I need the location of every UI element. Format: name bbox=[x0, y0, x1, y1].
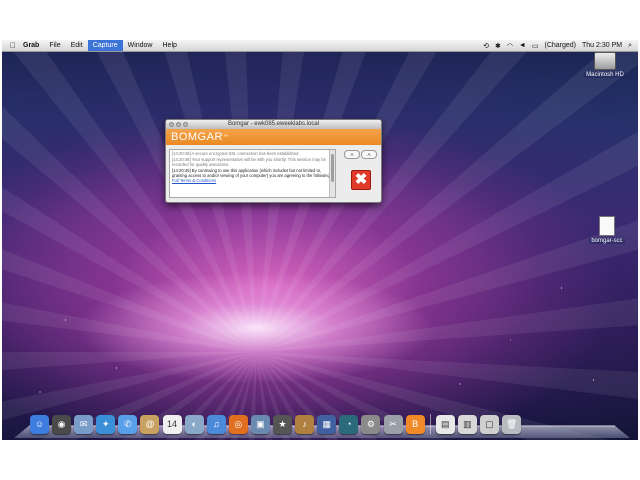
desktop-icon-macintosh-hd[interactable]: Macintosh HD bbox=[580, 52, 630, 78]
spaces-icon[interactable]: ▦ bbox=[317, 415, 337, 434]
bluetooth-icon[interactable]: ✱ bbox=[495, 42, 501, 50]
bomgar-window: Bomgar - ewk085.eweeklabs.local BOMGAR™ … bbox=[165, 119, 382, 203]
hard-drive-icon bbox=[594, 52, 616, 70]
dashboard-icon[interactable]: ◉ bbox=[52, 415, 72, 434]
dock: ☺ ◉ ✉ ✦ ✆ @14 ◐ ♫ ◎ ▣ ★ ♪ ▦ ◔ ⚙ ✂ B ▤ ▥ ▢ 🗑 bbox=[14, 410, 630, 438]
menu-capture[interactable]: Capture bbox=[87, 40, 123, 51]
safari-icon[interactable]: ✦ bbox=[96, 415, 116, 434]
window-minimize-icon[interactable] bbox=[176, 122, 181, 127]
chat-scrollbar[interactable] bbox=[329, 150, 335, 197]
imovie-icon[interactable]: ★ bbox=[273, 415, 293, 434]
mail-stamp-icon[interactable]: ✉ bbox=[74, 415, 94, 434]
window-titlebar[interactable]: Bomgar - ewk085.eweeklabs.local bbox=[166, 120, 381, 129]
dock-icons: ☺ ◉ ✉ ✦ ✆ @14 ◐ ♫ ◎ ▣ ★ ♪ ▦ ◔ ⚙ ✂ B ▤ ▥ ▢ 🗑 bbox=[30, 414, 522, 434]
chat-message: [14:20:48] Your support representative w… bbox=[172, 157, 326, 167]
volume-icon[interactable]: ◄ bbox=[519, 42, 526, 49]
grab-icon[interactable]: ✂ bbox=[383, 415, 403, 434]
desktop-icon-bomgar-scc[interactable]: bomgar-scc bbox=[582, 216, 632, 244]
menu-grab[interactable]: Grab bbox=[18, 40, 44, 51]
address-book-icon[interactable]: @ bbox=[140, 415, 160, 434]
itunes-icon[interactable]: ♫ bbox=[206, 415, 226, 434]
font-size-controls: A A bbox=[344, 150, 377, 159]
disk-image-icon bbox=[599, 216, 615, 236]
menu-help[interactable]: Help bbox=[158, 40, 182, 51]
chat-message-terms: [14:20:49] By continuing to use this app… bbox=[172, 168, 333, 183]
ichat-icon[interactable]: ✆ bbox=[118, 415, 138, 434]
bomgar-logo: BOMGAR bbox=[171, 131, 223, 143]
iphoto-icon[interactable]: ▣ bbox=[250, 415, 270, 434]
chat-message: [14:20:48] A secure encrypted SSL connec… bbox=[172, 151, 299, 156]
chat-message: [14:20:49] By continuing to use this app… bbox=[172, 168, 331, 178]
window-controls bbox=[169, 122, 188, 127]
window-title: Bomgar - ewk085.eweeklabs.local bbox=[227, 121, 320, 127]
end-session-button[interactable]: ✖ bbox=[351, 170, 371, 190]
battery-status[interactable]: (Charged) bbox=[544, 42, 576, 49]
time-machine-menu-icon[interactable]: ⟲ bbox=[483, 42, 489, 50]
wallpaper-stars bbox=[2, 40, 638, 440]
garageband-icon[interactable]: ♪ bbox=[295, 415, 315, 434]
bomgar-icon[interactable]: B bbox=[405, 415, 425, 434]
finder-icon[interactable]: ☺ bbox=[30, 415, 49, 434]
ical-icon[interactable]: 14 bbox=[162, 415, 182, 434]
menu-window[interactable]: Window bbox=[123, 40, 158, 51]
dock-separator bbox=[429, 414, 431, 434]
window-close-icon[interactable] bbox=[169, 122, 174, 127]
window-zoom-icon[interactable] bbox=[183, 122, 188, 127]
font-smaller-button[interactable]: A bbox=[344, 150, 360, 159]
downloads-stack-icon[interactable]: ▥ bbox=[457, 415, 477, 434]
documents-stack-icon[interactable]: ▤ bbox=[435, 415, 455, 434]
menu-file[interactable]: File bbox=[44, 40, 65, 51]
trash-icon[interactable]: 🗑 bbox=[502, 415, 522, 434]
menu-bar:  Grab File Edit Capture Window Help ⟲ ✱… bbox=[2, 40, 638, 52]
bomgar-logo-banner: BOMGAR™ bbox=[166, 129, 381, 145]
firefox-icon[interactable]: ◎ bbox=[228, 415, 248, 434]
apple-menu-icon[interactable]:  bbox=[8, 41, 18, 50]
trademark-mark: ™ bbox=[222, 134, 229, 140]
spotlight-icon[interactable]: ⌕ bbox=[628, 42, 632, 50]
desktop-icon-label: Macintosh HD bbox=[584, 72, 626, 78]
desktop-icon-label: bomgar-scc bbox=[589, 238, 625, 244]
chat-transcript[interactable]: [14:20:48] A secure encrypted SSL connec… bbox=[169, 149, 336, 198]
battery-icon[interactable]: ▭ bbox=[532, 42, 539, 50]
menu-clock[interactable]: Thu 2:30 PM bbox=[582, 42, 622, 49]
desktop:  Grab File Edit Capture Window Help ⟲ ✱… bbox=[2, 40, 638, 440]
wifi-icon[interactable]: ◠ bbox=[507, 42, 513, 50]
applications-stack-icon[interactable]: ▢ bbox=[479, 415, 499, 434]
preview-icon[interactable]: ◐ bbox=[184, 415, 204, 434]
menu-extras: ⟲ ✱ ◠ ◄ ▭ (Charged) Thu 2:30 PM ⌕ bbox=[483, 42, 638, 50]
system-preferences-icon[interactable]: ⚙ bbox=[361, 415, 381, 434]
menu-edit[interactable]: Edit bbox=[66, 40, 88, 51]
scrollbar-thumb[interactable] bbox=[331, 154, 334, 182]
time-machine-icon[interactable]: ◔ bbox=[339, 415, 359, 434]
font-larger-button[interactable]: A bbox=[361, 150, 377, 159]
terms-link[interactable]: Full Terms & Conditions bbox=[172, 178, 216, 183]
